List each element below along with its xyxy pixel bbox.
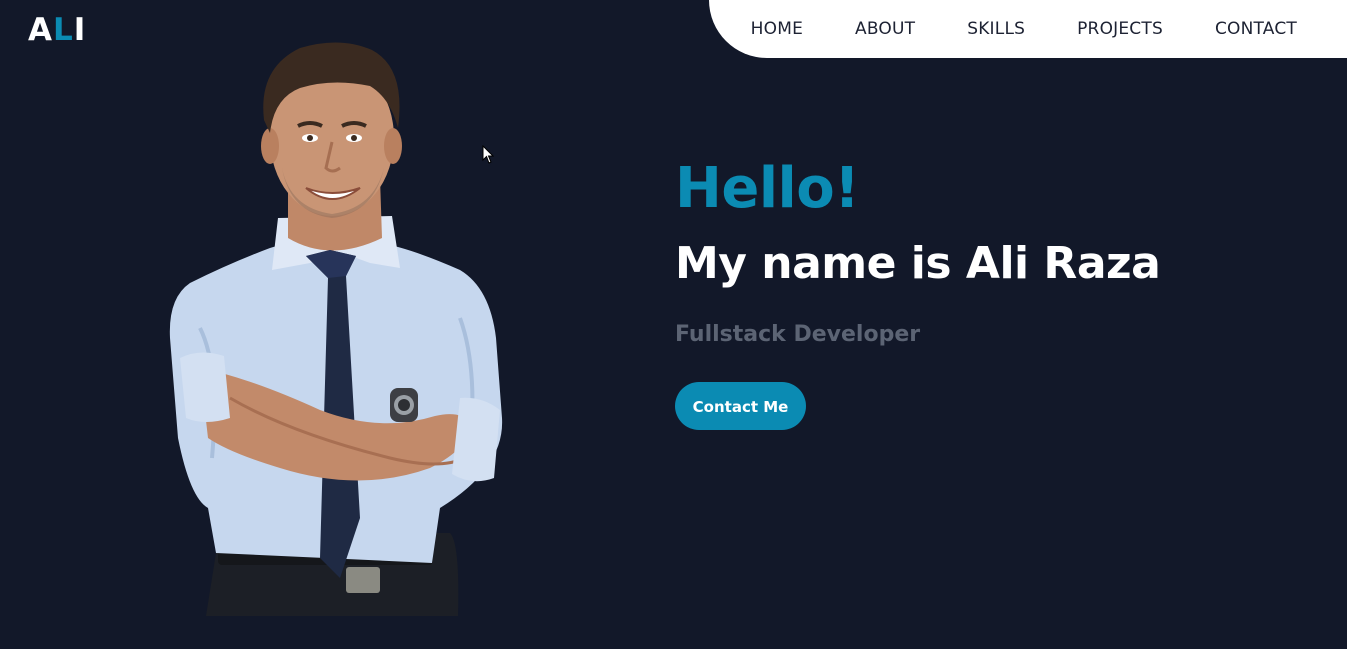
nav-item-contact[interactable]: CONTACT bbox=[1215, 0, 1297, 58]
logo-letter-l: L bbox=[53, 12, 74, 48]
mouse-pointer-icon bbox=[482, 145, 495, 164]
nav-item-projects[interactable]: PROJECTS bbox=[1077, 0, 1163, 58]
page: ALI HOME ABOUT SKILLS PROJECTS CONTACT H… bbox=[0, 0, 1347, 649]
top-navigation: HOME ABOUT SKILLS PROJECTS CONTACT bbox=[709, 0, 1347, 58]
contact-me-button[interactable]: Contact Me bbox=[675, 382, 806, 430]
hero-portrait-image bbox=[169, 42, 503, 616]
hero-greeting: Hello! bbox=[675, 156, 860, 221]
logo-letter-a: A bbox=[28, 12, 53, 48]
hero-text-block: Hello! My name is Ali Raza Fullstack Dev… bbox=[675, 152, 1161, 430]
nav-item-home[interactable]: HOME bbox=[751, 0, 803, 58]
hero-role-subtitle: Fullstack Developer bbox=[675, 322, 921, 347]
site-logo[interactable]: ALI bbox=[28, 10, 86, 50]
nav-list: HOME ABOUT SKILLS PROJECTS CONTACT bbox=[751, 0, 1297, 58]
logo-letter-i: I bbox=[73, 12, 87, 48]
nav-item-about[interactable]: ABOUT bbox=[855, 0, 915, 58]
hero-name-heading: My name is Ali Raza bbox=[675, 238, 1161, 289]
nav-item-skills[interactable]: SKILLS bbox=[967, 0, 1025, 58]
